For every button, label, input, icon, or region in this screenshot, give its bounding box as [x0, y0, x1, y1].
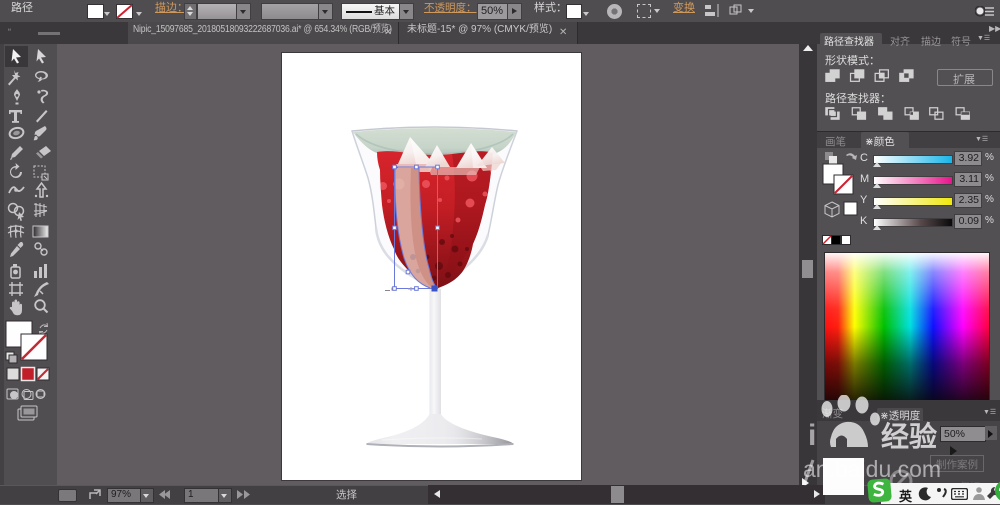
svg-text:i: i — [808, 419, 816, 452]
svg-text:经验: 经验 — [881, 420, 937, 452]
